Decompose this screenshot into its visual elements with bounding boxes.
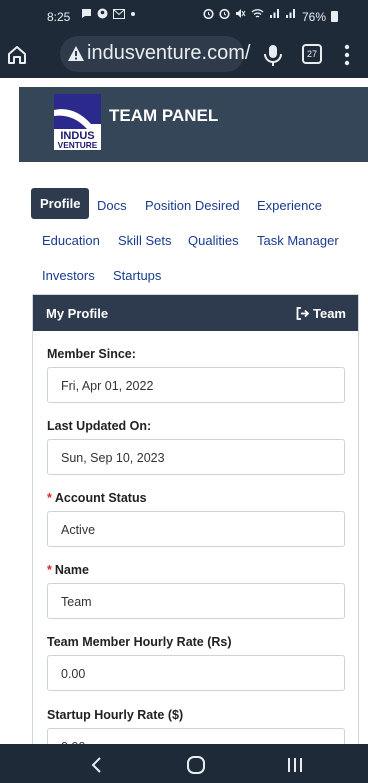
tab-experience[interactable]: Experience [257, 198, 322, 213]
status-bar: 8:25 76% [0, 0, 368, 34]
member-since-field[interactable]: Fri, Apr 01, 2022 [47, 367, 345, 403]
tab-task-manager[interactable]: Task Manager [257, 233, 339, 248]
account-status-label: * Account Status [47, 491, 147, 505]
status-time: 8:25 [47, 10, 71, 24]
indus-venture-logo[interactable]: INDUS VENTURE [54, 94, 101, 150]
sign-in-icon [296, 307, 310, 320]
battery-icon [331, 11, 338, 22]
team-hourly-rate-value[interactable]: 0.00 [61, 667, 85, 681]
microphone-icon[interactable] [262, 43, 284, 67]
panel-title: My Profile [46, 306, 109, 321]
dot-icon [131, 11, 135, 16]
name-value[interactable]: Team [61, 595, 92, 609]
system-navigation-bar [0, 744, 368, 783]
address-bar[interactable]: indusventure.com/ [60, 36, 250, 72]
team-button-label[interactable]: Team [313, 306, 346, 321]
logo-line-2: VENTURE [58, 140, 98, 150]
wifi-icon [251, 9, 264, 18]
location-icon [97, 8, 108, 19]
signal-icon [286, 9, 295, 18]
more-options-icon[interactable] [341, 42, 353, 68]
alarm-icon [219, 8, 230, 19]
back-icon[interactable] [86, 754, 108, 776]
chat-icon [82, 9, 91, 18]
alarm-icon [203, 8, 214, 19]
warning-icon[interactable] [67, 45, 85, 63]
last-updated-label: Last Updated On: [47, 419, 152, 433]
name-label: * Name [47, 563, 89, 577]
required-marker: * [47, 563, 52, 577]
battery-level: 76% [301, 10, 326, 24]
tab-qualities[interactable]: Qualities [188, 233, 239, 248]
browser-toolbar: indusventure.com/ 27 [0, 34, 368, 78]
url-text[interactable]: indusventure.com/ [87, 42, 250, 65]
screen: 8:25 76% indusventure.com/ 27 INDUS VENT… [0, 0, 368, 783]
system-icons [203, 8, 296, 19]
page-title: TEAM PANEL [109, 106, 219, 125]
startup-hourly-rate-label: Startup Hourly Rate ($) [47, 708, 184, 722]
last-updated-value[interactable]: Sun, Sep 10, 2023 [61, 451, 165, 465]
team-hourly-rate-field[interactable]: 0.00 [47, 655, 345, 691]
required-marker: * [47, 491, 52, 505]
account-status-field[interactable]: Active [47, 511, 345, 547]
team-hourly-rate-label: Team Member Hourly Rate (Rs) [47, 635, 232, 649]
mail-icon [113, 8, 125, 19]
notification-icons [81, 8, 136, 19]
tab-skill-sets[interactable]: Skill Sets [118, 233, 171, 248]
name-field[interactable]: Team [47, 583, 345, 619]
mute-icon [236, 9, 246, 18]
last-updated-field[interactable]: Sun, Sep 10, 2023 [47, 439, 345, 475]
home-circle-icon[interactable] [185, 754, 207, 776]
tab-position-desired[interactable]: Position Desired [145, 198, 240, 213]
app-header: INDUS VENTURE TEAM PANEL [19, 87, 368, 162]
recents-icon[interactable] [284, 754, 306, 776]
account-status-value[interactable]: Active [61, 523, 95, 537]
tab-docs[interactable]: Docs [97, 198, 127, 213]
tab-switcher-button[interactable]: 27 [302, 44, 322, 64]
member-since-label: Member Since: [47, 347, 136, 361]
panel-header: My Profile Team [33, 295, 358, 331]
team-button[interactable]: Team [296, 306, 346, 321]
my-profile-panel: My Profile Team Member Since: Fri, Apr 0… [32, 294, 359, 764]
tab-investors[interactable]: Investors [42, 268, 95, 283]
signal-icon [270, 9, 279, 18]
member-since-value[interactable]: Fri, Apr 01, 2022 [61, 379, 153, 393]
home-icon[interactable] [5, 43, 29, 67]
tab-education[interactable]: Education [42, 233, 100, 248]
tab-startups[interactable]: Startups [113, 268, 161, 283]
tab-profile[interactable]: Profile [31, 188, 90, 219]
